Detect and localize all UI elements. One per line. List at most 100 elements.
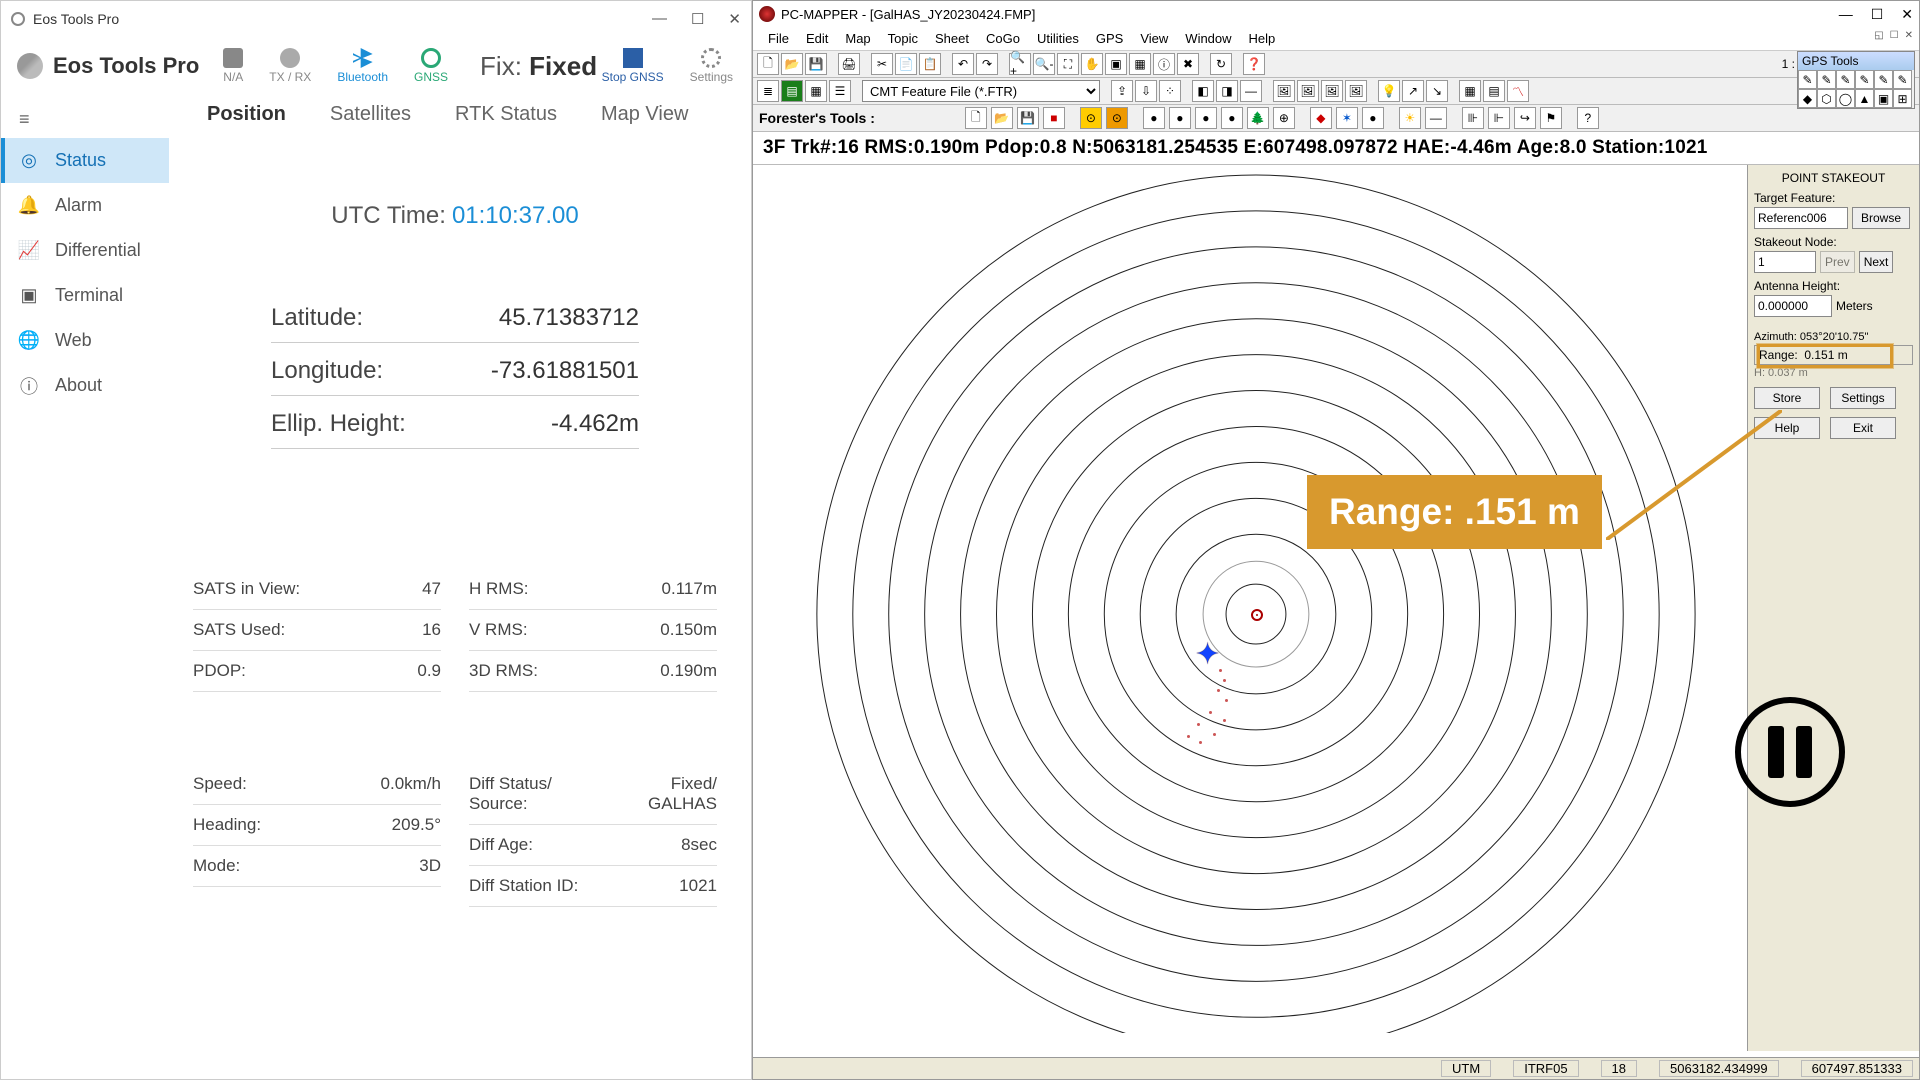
sidebar-item-about[interactable]: ⓘAbout	[1, 363, 169, 408]
t2e-icon[interactable]: ↘	[1426, 80, 1448, 102]
map-canvas[interactable]: ✦ Range: .151 m	[753, 165, 1747, 1051]
feature-file-select[interactable]: CMT Feature File (*.FTR)	[862, 80, 1100, 102]
ft-open-icon[interactable]: 📂	[991, 107, 1013, 129]
sidebar-item-alarm[interactable]: 🔔Alarm	[1, 183, 169, 228]
bulb-icon[interactable]: 💡	[1378, 80, 1400, 102]
zoomout-icon[interactable]: 🔍-	[1033, 53, 1055, 75]
ft-dash-icon[interactable]: —	[1425, 107, 1447, 129]
menu-gps[interactable]: GPS	[1089, 30, 1130, 47]
open-icon[interactable]: 📂	[781, 53, 803, 75]
sheet-icon[interactable]: ▤	[1483, 80, 1505, 102]
zoomin-icon[interactable]: 🔍+	[1009, 53, 1031, 75]
paste-icon[interactable]: 📋	[919, 53, 941, 75]
target-feature-input[interactable]	[1754, 207, 1848, 229]
gt-l-icon[interactable]: ⊞	[1893, 89, 1912, 108]
gt-b-icon[interactable]: ✎	[1817, 70, 1836, 89]
ft-save-icon[interactable]: 💾	[1017, 107, 1039, 129]
gt-d-icon[interactable]: ✎	[1855, 70, 1874, 89]
t2a-icon[interactable]: ◧	[1192, 80, 1214, 102]
stakeout-settings-button[interactable]: Settings	[1830, 387, 1896, 409]
copy-icon[interactable]: 📄	[895, 53, 917, 75]
menu-map[interactable]: Map	[838, 30, 877, 47]
gt-g-icon[interactable]: ◆	[1798, 89, 1817, 108]
ft-pin-yellow-icon[interactable]: ⊙	[1080, 107, 1102, 129]
gt-a-icon[interactable]: ✎	[1798, 70, 1817, 89]
identify-icon[interactable]: ⓘ	[1153, 53, 1175, 75]
ft-a-icon[interactable]: ●	[1143, 107, 1165, 129]
legend-icon[interactable]: ▤	[781, 80, 803, 102]
gps-tools-palette[interactable]: GPS Tools ✎✎ ✎✎ ✎✎ ◆⬡ ◯▲ ▣⊞	[1797, 51, 1915, 109]
t2c-icon[interactable]: —	[1240, 80, 1262, 102]
ft-flag-icon[interactable]: ⚑	[1540, 107, 1562, 129]
refresh-icon[interactable]: ↻	[1210, 53, 1232, 75]
grid-icon[interactable]: ▦	[805, 80, 827, 102]
rows-icon[interactable]: ☰	[829, 80, 851, 102]
ft-i-icon[interactable]: ⊪	[1462, 107, 1484, 129]
pcm-close-button[interactable]: ✕	[1901, 6, 1913, 23]
menu-topic[interactable]: Topic	[881, 30, 925, 47]
undo-icon[interactable]: ↶	[952, 53, 974, 75]
minimize-button[interactable]: —	[652, 10, 667, 28]
gt-j-icon[interactable]: ▲	[1855, 89, 1874, 108]
store-button[interactable]: Store	[1754, 387, 1820, 409]
sidebar-item-terminal[interactable]: ▣Terminal	[1, 273, 169, 318]
ft-new-icon[interactable]: 🗋	[965, 107, 987, 129]
menu-toggle-button[interactable]: ≡	[1, 101, 169, 138]
import-icon[interactable]: ⇩	[1135, 80, 1157, 102]
print-icon[interactable]: 🖨	[838, 53, 860, 75]
ft-help-icon[interactable]: ?	[1577, 107, 1599, 129]
img2-icon[interactable]: 🖼	[1297, 80, 1319, 102]
stop-gnss-button[interactable]: Stop GNSS	[602, 48, 664, 84]
img4-icon[interactable]: 🖼	[1345, 80, 1367, 102]
ft-h-icon[interactable]: ●	[1362, 107, 1384, 129]
list-icon[interactable]: ≣	[757, 80, 779, 102]
tab-rtk[interactable]: RTK Status	[455, 103, 557, 126]
sidebar-item-status[interactable]: ◎Status	[1, 138, 169, 183]
sidebar-item-differential[interactable]: 📈Differential	[1, 228, 169, 273]
node-input[interactable]	[1754, 251, 1816, 273]
next-button[interactable]: Next	[1859, 251, 1894, 273]
gt-c-icon[interactable]: ✎	[1836, 70, 1855, 89]
exit-button[interactable]: Exit	[1830, 417, 1896, 439]
ft-pin-amber-icon[interactable]: ⊙	[1106, 107, 1128, 129]
ft-k-icon[interactable]: ↪	[1514, 107, 1536, 129]
mdi-restore-icon[interactable]: ◱	[1874, 30, 1883, 41]
cut-icon[interactable]: ✂	[871, 53, 893, 75]
mdi-max-icon[interactable]: ☐	[1890, 30, 1899, 41]
select-icon[interactable]: ▦	[1129, 53, 1151, 75]
menu-view[interactable]: View	[1133, 30, 1175, 47]
img1-icon[interactable]: 🖼	[1273, 80, 1295, 102]
pause-button[interactable]	[1735, 697, 1845, 807]
new-icon[interactable]: 🗋	[757, 53, 779, 75]
ft-j-icon[interactable]: ⊩	[1488, 107, 1510, 129]
menu-window[interactable]: Window	[1178, 30, 1238, 47]
t2d-icon[interactable]: ↗	[1402, 80, 1424, 102]
antenna-input[interactable]	[1754, 295, 1832, 317]
cancel-icon[interactable]: ✖	[1177, 53, 1199, 75]
table-icon[interactable]: ▦	[1459, 80, 1481, 102]
ft-d-icon[interactable]: ●	[1221, 107, 1243, 129]
graph-icon[interactable]: 〽	[1507, 80, 1529, 102]
nodes-icon[interactable]: ⁘	[1159, 80, 1181, 102]
gt-h-icon[interactable]: ⬡	[1817, 89, 1836, 108]
gt-k-icon[interactable]: ▣	[1874, 89, 1893, 108]
ft-g-icon[interactable]: ✶	[1336, 107, 1358, 129]
menu-edit[interactable]: Edit	[799, 30, 835, 47]
tab-satellites[interactable]: Satellites	[330, 103, 411, 126]
save-icon[interactable]: 💾	[805, 53, 827, 75]
tab-map[interactable]: Map View	[601, 103, 688, 126]
redo-icon[interactable]: ↷	[976, 53, 998, 75]
pan-icon[interactable]: ✋	[1081, 53, 1103, 75]
helpcursor-icon[interactable]: ❓	[1243, 53, 1265, 75]
extent-icon[interactable]: ▣	[1105, 53, 1127, 75]
prev-button[interactable]: Prev	[1820, 251, 1855, 273]
menu-file[interactable]: File	[761, 30, 796, 47]
gt-e-icon[interactable]: ✎	[1874, 70, 1893, 89]
ft-f-icon[interactable]: ◆	[1310, 107, 1332, 129]
img3-icon[interactable]: 🖼	[1321, 80, 1343, 102]
pcm-maximize-button[interactable]: ☐	[1871, 6, 1884, 23]
ft-c-icon[interactable]: ●	[1195, 107, 1217, 129]
gt-i-icon[interactable]: ◯	[1836, 89, 1855, 108]
menu-help[interactable]: Help	[1242, 30, 1283, 47]
settings-button[interactable]: Settings	[690, 48, 733, 84]
